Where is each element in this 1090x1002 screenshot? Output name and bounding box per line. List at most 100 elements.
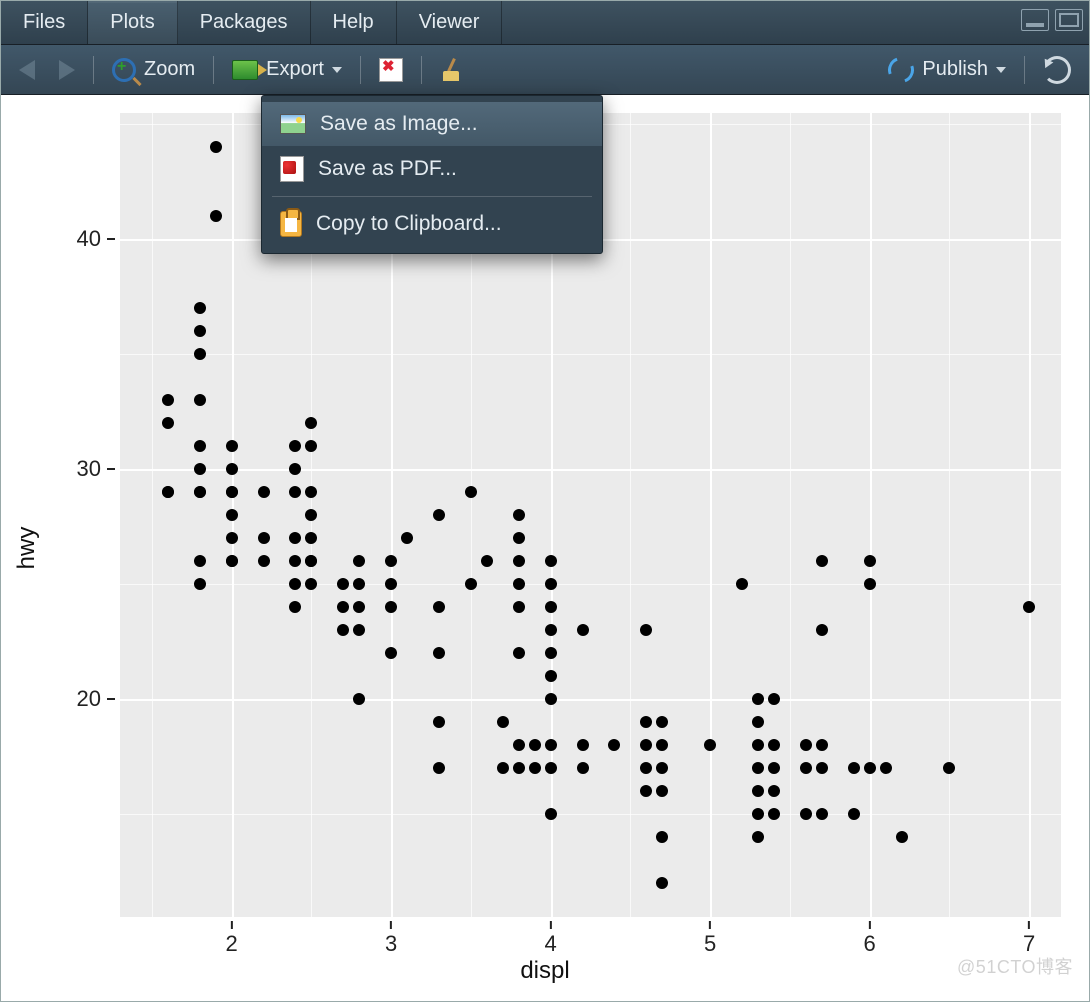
scatter-point bbox=[289, 601, 301, 613]
scatter-point bbox=[656, 716, 668, 728]
scatter-point bbox=[226, 555, 238, 567]
plots-toolbar: Zoom Export Publish bbox=[1, 45, 1089, 95]
scatter-point bbox=[226, 486, 238, 498]
publish-button[interactable]: Publish bbox=[878, 53, 1016, 87]
scatter-point bbox=[497, 716, 509, 728]
scatter-point bbox=[162, 417, 174, 429]
rstudio-panel: Files Plots Packages Help Viewer Zoom Ex… bbox=[0, 0, 1090, 1002]
scatter-point bbox=[529, 762, 541, 774]
scatter-point bbox=[353, 693, 365, 705]
tab-packages[interactable]: Packages bbox=[178, 1, 311, 44]
x-tick: 4 bbox=[545, 921, 557, 957]
menu-item-copy-clipboard[interactable]: Copy to Clipboard... bbox=[262, 201, 602, 247]
scatter-point bbox=[194, 394, 206, 406]
x-tick: 5 bbox=[704, 921, 716, 957]
scatter-point bbox=[194, 555, 206, 567]
scatter-point bbox=[816, 762, 828, 774]
x-tick: 7 bbox=[1023, 921, 1035, 957]
tab-files[interactable]: Files bbox=[1, 1, 88, 44]
scatter-point bbox=[289, 486, 301, 498]
scatter-point bbox=[162, 394, 174, 406]
remove-plot-button[interactable] bbox=[369, 54, 413, 86]
scatter-point bbox=[752, 808, 764, 820]
tab-help[interactable]: Help bbox=[311, 1, 397, 44]
back-button[interactable] bbox=[9, 56, 45, 84]
publish-icon bbox=[884, 52, 919, 87]
scatter-point bbox=[864, 555, 876, 567]
caret-down-icon bbox=[996, 67, 1006, 73]
scatter-point bbox=[1023, 601, 1035, 613]
forward-button[interactable] bbox=[49, 56, 85, 84]
scatter-point bbox=[194, 486, 206, 498]
scatter-point bbox=[545, 601, 557, 613]
scatter-point bbox=[640, 785, 652, 797]
refresh-icon bbox=[1043, 56, 1071, 84]
scatter-point bbox=[194, 348, 206, 360]
window-controls bbox=[1021, 9, 1083, 31]
arrow-left-icon bbox=[19, 60, 35, 80]
scatter-point bbox=[497, 762, 509, 774]
arrow-right-icon bbox=[59, 60, 75, 80]
scatter-point bbox=[656, 739, 668, 751]
scatter-point bbox=[816, 555, 828, 567]
maximize-button[interactable] bbox=[1055, 9, 1083, 31]
scatter-point bbox=[577, 739, 589, 751]
scatter-point bbox=[289, 555, 301, 567]
pdf-icon bbox=[280, 156, 304, 182]
scatter-point bbox=[433, 647, 445, 659]
scatter-point bbox=[545, 624, 557, 636]
menu-item-label: Save as PDF... bbox=[318, 157, 457, 181]
scatter-point bbox=[640, 716, 652, 728]
export-button[interactable]: Export bbox=[222, 54, 352, 85]
scatter-point bbox=[545, 647, 557, 659]
scatter-point bbox=[385, 555, 397, 567]
clear-all-button[interactable] bbox=[430, 55, 472, 85]
scatter-point bbox=[545, 555, 557, 567]
scatter-point bbox=[768, 739, 780, 751]
scatter-point bbox=[305, 555, 317, 567]
scatter-point bbox=[353, 624, 365, 636]
scatter-point bbox=[816, 739, 828, 751]
scatter-point bbox=[513, 555, 525, 567]
scatter-point bbox=[226, 463, 238, 475]
scatter-point bbox=[545, 693, 557, 705]
scatter-point bbox=[816, 808, 828, 820]
scatter-point bbox=[752, 762, 764, 774]
scatter-point bbox=[194, 302, 206, 314]
scatter-point bbox=[385, 578, 397, 590]
menu-item-save-image[interactable]: Save as Image... bbox=[262, 102, 602, 146]
scatter-point bbox=[608, 739, 620, 751]
scatter-point bbox=[194, 578, 206, 590]
menu-item-save-pdf[interactable]: Save as PDF... bbox=[262, 146, 602, 192]
scatter-point bbox=[640, 624, 652, 636]
scatter-point bbox=[305, 486, 317, 498]
y-tick: 40 bbox=[77, 226, 115, 252]
scatter-point bbox=[800, 808, 812, 820]
scatter-point bbox=[162, 486, 174, 498]
menu-separator bbox=[272, 196, 592, 197]
scatter-point bbox=[289, 440, 301, 452]
refresh-button[interactable] bbox=[1033, 52, 1081, 88]
scatter-point bbox=[513, 647, 525, 659]
scatter-point bbox=[353, 555, 365, 567]
scatter-point bbox=[656, 831, 668, 843]
x-tick: 2 bbox=[226, 921, 238, 957]
scatter-point bbox=[656, 762, 668, 774]
x-tick: 6 bbox=[863, 921, 875, 957]
scatter-point bbox=[752, 716, 764, 728]
watermark: @51CTO博客 bbox=[957, 953, 1073, 979]
scatter-point bbox=[577, 624, 589, 636]
scatter-point bbox=[353, 601, 365, 613]
scatter-point bbox=[640, 739, 652, 751]
scatter-point bbox=[800, 739, 812, 751]
tab-plots[interactable]: Plots bbox=[88, 1, 177, 44]
scatter-point bbox=[289, 463, 301, 475]
scatter-point bbox=[385, 601, 397, 613]
scatter-point bbox=[433, 762, 445, 774]
scatter-point bbox=[752, 739, 764, 751]
scatter-point bbox=[577, 762, 589, 774]
tab-viewer[interactable]: Viewer bbox=[397, 1, 503, 44]
tab-label: Packages bbox=[200, 11, 288, 34]
zoom-button[interactable]: Zoom bbox=[102, 54, 205, 86]
minimize-button[interactable] bbox=[1021, 9, 1049, 31]
